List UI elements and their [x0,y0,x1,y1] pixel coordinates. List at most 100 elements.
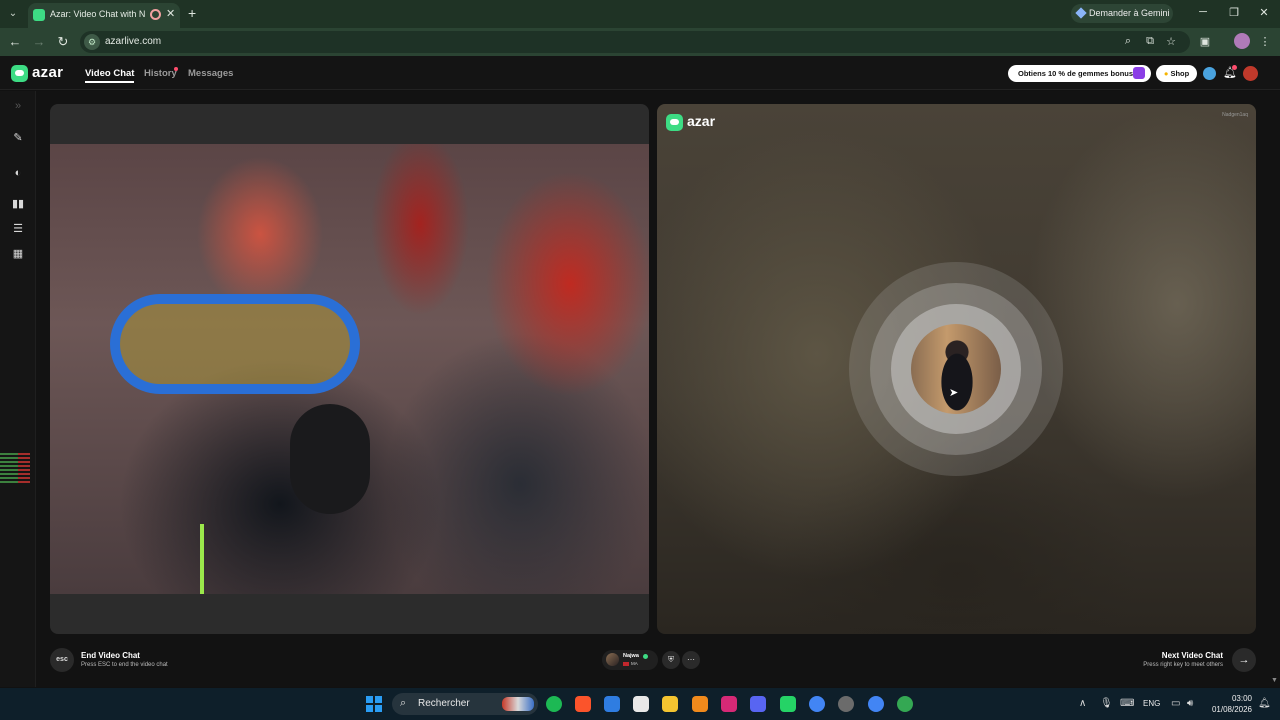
my-camera-feed [50,144,649,594]
partner-profile-chip[interactable]: Najwa MA [602,650,658,670]
online-status-dot [643,654,648,659]
app-header: azar Video Chat History Messages Obtiens… [0,56,1280,90]
user-avatar[interactable] [1243,66,1258,81]
headphones-image [290,404,370,514]
filter-icon[interactable]: ◐ [11,166,25,180]
notifications-icon[interactable]: 🔔︎ [1258,698,1271,709]
next-chat-title: Next Video Chat [1161,651,1223,660]
window-close-icon[interactable]: ✕ [1256,6,1272,19]
layout-grid-icon[interactable]: ▦ [11,247,25,261]
layout-side-by-side-icon[interactable]: ▮▮ [11,197,25,211]
gem-icon: ● [1163,69,1169,78]
tab-close-icon[interactable]: ✕ [166,7,175,20]
chat-support-icon[interactable] [1203,67,1216,80]
mouse-cursor-icon: ➤ [949,387,959,399]
expand-sidebar-icon[interactable]: » [11,99,25,113]
esc-label: esc [56,656,68,663]
search-placeholder: Rechercher [418,698,470,709]
clock-time: 03:00 [1231,694,1252,703]
azar-logo-icon [11,65,28,82]
next-chat-button[interactable]: → [1232,648,1256,672]
site-info-icon[interactable]: ⚙ [84,34,100,50]
brave-icon[interactable] [575,696,591,712]
browser-toolbar: ← → ↻ ⚙ azarlive.com ⌕ ⧉ ☆ ▣ ⋮ [0,28,1280,56]
scroll-down-icon[interactable]: ▼ [1271,677,1278,684]
extensions-icon[interactable]: ▣ [1198,35,1212,48]
network-icon[interactable]: ▭ [1171,698,1180,709]
tray-overflow-icon[interactable]: ∧ [1079,698,1086,709]
browser-tab[interactable]: Azar: Video Chat with New ✕ [28,3,180,28]
profile-avatar[interactable] [1234,33,1250,49]
watermark-text: azar [687,113,716,129]
file-explorer-icon[interactable] [662,696,678,712]
maximize-icon[interactable]: ❐ [1226,6,1242,19]
discord-icon[interactable] [750,696,766,712]
azar-favicon-icon [33,9,45,21]
next-chat-subtitle: Press right key to meet others [1143,662,1223,668]
end-chat-subtitle: Press ESC to end the video chat [81,662,168,668]
notification-badge [1232,65,1237,70]
reload-icon[interactable]: ↻ [55,34,71,50]
layout-stacked-icon[interactable]: ☰ [11,222,25,236]
promo-label: Obtiens 10 % de gemmes bonus ! [1018,69,1138,78]
forward-icon[interactable]: → [31,34,47,49]
match-id: Nadgen1aq [1222,112,1248,118]
nav-video-chat[interactable]: Video Chat [85,68,135,83]
gemini-label: Demander à Gemini [1089,8,1170,18]
recording-indicator-icon [150,9,161,20]
partner-country-code: MA [631,661,638,666]
keyboard-icon[interactable]: ⌨ [1120,698,1134,709]
clock[interactable]: 03:00 01/08/2026 [1206,693,1252,715]
gift-icon [1133,67,1145,79]
nav-messages[interactable]: Messages [188,68,233,79]
microphone-icon[interactable]: 🎙︎ [1100,698,1113,709]
chrome-profile-icon[interactable] [868,696,884,712]
minimize-icon[interactable]: ─ [1195,6,1211,18]
nav-history[interactable]: History [144,68,177,79]
taskbar-search[interactable]: ⌕ Rechercher [392,693,538,715]
magic-wand-icon[interactable]: ✎ [11,131,25,145]
defender-icon[interactable] [604,696,620,712]
report-shield-icon[interactable]: ⛨ [662,651,680,669]
debug-overlay [0,453,30,489]
bookmark-star-icon[interactable]: ☆ [1164,35,1178,48]
whatsapp-icon[interactable] [780,696,796,712]
volume-icon[interactable]: 🔊︎ [1187,698,1193,709]
azar-watermark-icon [666,114,683,131]
browser-tab-strip: ⌄ Azar: Video Chat with New ✕ + Demander… [0,0,1280,28]
store-icon[interactable] [633,696,649,712]
chrome-active-icon[interactable] [897,696,913,712]
tab-title: Azar: Video Chat with New [50,9,145,19]
settings-app-icon[interactable] [838,696,854,712]
shop-button[interactable]: ● Shop [1156,65,1197,82]
logo-text: azar [32,64,64,81]
browser-menu-icon[interactable]: ⋮ [1258,35,1272,48]
sidebar: » ✎ ◐ ▮▮ ☰ ▦ [0,91,36,687]
install-app-icon[interactable]: ⧉ [1143,35,1157,48]
end-chat-title: End Video Chat [81,651,140,660]
clock-date: 01/08/2026 [1211,705,1252,714]
gem-bonus-promo-button[interactable]: Obtiens 10 % de gemmes bonus ! [1008,65,1151,82]
url-text: azarlive.com [105,36,162,47]
flag-icon [623,661,629,666]
back-icon[interactable]: ← [7,34,23,49]
partner-avatar [606,653,619,666]
gemini-button[interactable]: Demander à Gemini [1071,4,1173,23]
language-indicator[interactable]: ENG [1143,699,1160,708]
zoom-icon[interactable]: ⌕ [1121,35,1135,48]
chrome-icon[interactable] [809,696,825,712]
partner-country: MA [623,661,638,666]
address-bar[interactable]: ⚙ azarlive.com [80,31,1190,53]
cord-image [200,524,204,594]
search-icon: ⌕ [400,697,407,709]
vlc-icon[interactable] [692,696,708,712]
spotify-icon[interactable] [546,696,562,712]
search-highlight-image [502,697,534,711]
gemini-sparkle-icon [1075,7,1087,19]
more-options-icon[interactable]: ⋯ [682,651,700,669]
tab-search-icon[interactable]: ⌄ [4,5,22,23]
new-tab-icon[interactable]: + [188,5,196,21]
end-chat-button[interactable]: esc [50,648,74,672]
instagram-icon[interactable] [721,696,737,712]
windows-start-icon[interactable] [366,696,382,712]
